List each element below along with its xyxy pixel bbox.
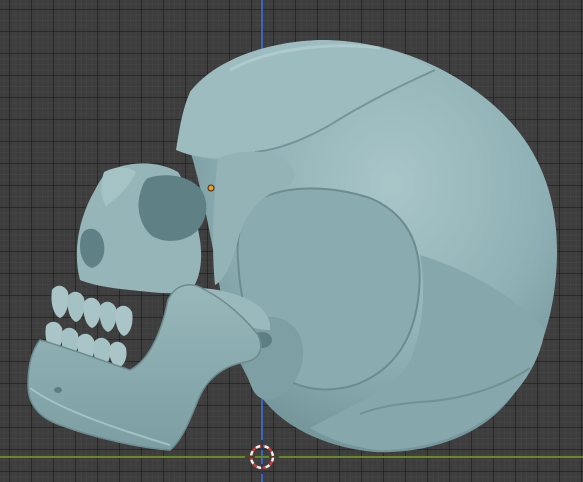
viewport-scene[interactable] (0, 0, 583, 482)
skull-mesh[interactable] (27, 40, 558, 453)
eye-orbit (138, 175, 207, 241)
3d-viewport[interactable] (0, 0, 583, 482)
object-origin-icon[interactable] (207, 184, 215, 192)
3d-cursor-icon[interactable] (245, 440, 279, 474)
upper-teeth (51, 285, 133, 336)
mental-foramen (54, 387, 62, 393)
